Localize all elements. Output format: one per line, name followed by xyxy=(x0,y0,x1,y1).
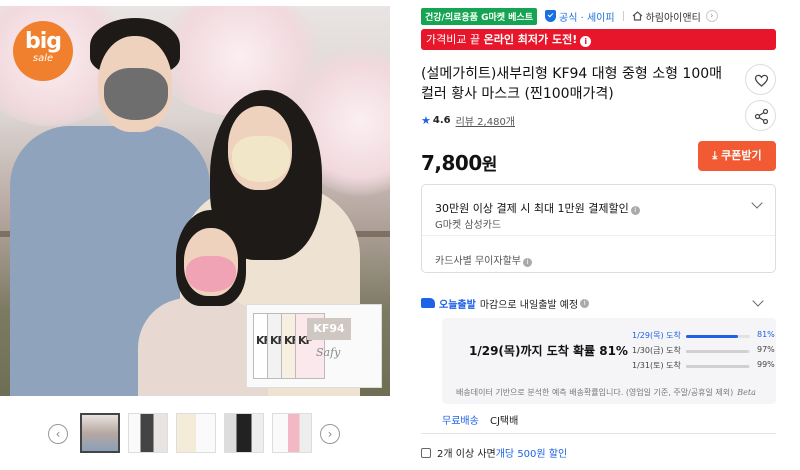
promo-highlight: 온라인 최저가 도전! xyxy=(483,33,578,46)
shield-check-icon xyxy=(545,10,557,22)
thumbnail-1[interactable] xyxy=(80,413,120,453)
lowest-price-banner[interactable]: 가격비교 끝 온라인 최저가 도전! i xyxy=(421,29,776,50)
card-discount-title-row: 30만원 이상 결제 시 최대 1만원 결제할인 i xyxy=(435,197,640,216)
thumbnail-4[interactable] xyxy=(224,413,264,453)
home-icon xyxy=(632,11,642,21)
mask-pack-image: KF KF KF KF xyxy=(246,304,382,388)
price: 7,800원 xyxy=(421,150,497,175)
card-discount-title: 30만원 이상 결제 시 최대 1만원 결제할인 xyxy=(435,202,629,215)
card-discount-panel[interactable]: 30만원 이상 결제 시 최대 1만원 결제할인 i G마켓 삼성카드 카드사별 … xyxy=(421,184,776,273)
chevron-down-icon[interactable] xyxy=(752,295,764,307)
eta-date: 1/31(토) 도착 xyxy=(632,361,681,370)
thumbnail-strip: ‹ › xyxy=(48,413,348,455)
installment-label: 카드사별 무이자할부 xyxy=(435,256,521,267)
price-value: 7,800 xyxy=(421,151,482,175)
info-icon[interactable]: i xyxy=(630,206,640,215)
thumbnail-5[interactable] xyxy=(272,413,312,453)
divider xyxy=(622,11,624,21)
official-store-badge[interactable]: 공식 · 세이피 xyxy=(545,9,615,24)
eta-row: 1/29(목) 도착 81% xyxy=(632,330,775,342)
thumbnail-prev-button[interactable]: ‹ xyxy=(48,424,68,444)
eta-bar-fill xyxy=(686,335,738,338)
eta-bar-fill xyxy=(686,350,749,353)
big-sale-badge: big sale xyxy=(13,21,73,81)
eta-bar xyxy=(686,335,750,338)
thumbnail-3[interactable] xyxy=(176,413,216,453)
eta-bar xyxy=(686,350,750,353)
wishlist-button[interactable] xyxy=(745,64,776,95)
pack-main-label: KF94 xyxy=(307,318,351,340)
chevron-down-icon[interactable] xyxy=(751,197,763,209)
price-unit: 원 xyxy=(481,155,498,175)
courier-label: CJ택배 xyxy=(490,416,519,427)
pack-brand: Safy xyxy=(316,346,341,359)
eta-pct: 99% xyxy=(757,360,775,369)
truck-icon xyxy=(421,298,435,308)
eta-pct: 81% xyxy=(757,330,775,339)
share-button[interactable] xyxy=(745,100,776,131)
star-icon: ★ xyxy=(421,114,431,127)
eta-bar xyxy=(686,365,750,368)
info-icon[interactable]: i xyxy=(580,36,592,47)
category-best-badge[interactable]: 건강/의료용품 G마켓 베스트 xyxy=(421,7,538,25)
heart-icon xyxy=(754,74,769,87)
discount-tag-icon xyxy=(421,447,431,458)
eta-note-text: 배송데이터 기반으로 분석한 예측 배송확률입니다. (영업일 기준, 주말/공… xyxy=(456,388,734,397)
badge-row: 건강/의료용품 G마켓 베스트 공식 · 세이피 하림아이앤티 › xyxy=(421,7,718,25)
info-icon[interactable]: i xyxy=(580,298,590,308)
eta-note: 배송데이터 기반으로 분석한 예측 배송확률입니다. (영업일 기준, 주말/공… xyxy=(456,387,756,398)
thumbnail-next-button[interactable]: › xyxy=(320,424,340,444)
coupon-label: 쿠폰받기 xyxy=(721,149,762,162)
store-link[interactable]: 하림아이앤티 › xyxy=(632,9,718,24)
delivery-header: 오늘출발 마감으로 내일출발 예정 i xyxy=(421,295,776,311)
installment-row: 카드사별 무이자할부 i xyxy=(435,249,532,268)
thumbnail-2[interactable] xyxy=(128,413,168,453)
eta-row: 1/31(토) 도착 99% xyxy=(632,360,775,372)
today-ship-label: 오늘출발 xyxy=(439,299,476,311)
shipping-row: 무료배송 CJ택배 xyxy=(442,412,518,427)
chevron-right-icon: › xyxy=(705,10,718,22)
card-name: G마켓 삼성카드 xyxy=(435,220,502,231)
divider xyxy=(421,433,776,434)
eta-date: 1/29(목) 도착 xyxy=(632,331,681,340)
product-title: (설메가히트)새부리형 KF94 대형 중형 소형 100매 컬러 황사 마스크… xyxy=(421,66,723,102)
promo-prefix: 가격비교 끝 xyxy=(426,33,484,46)
download-icon: ⤓ xyxy=(712,149,718,162)
share-icon xyxy=(754,108,769,125)
today-ship-text: 마감으로 내일출발 예정 xyxy=(479,299,579,311)
coupon-button[interactable]: ⤓ 쿠폰받기 xyxy=(698,141,776,171)
official-store-label: 공식 · 세이피 xyxy=(559,12,615,24)
review-link[interactable]: 리뷰 2,480개 xyxy=(456,113,515,128)
eta-headline: 1/29(목)까지 도착 확률 81% xyxy=(469,344,628,358)
eta-row: 1/30(금) 도착 97% xyxy=(632,345,775,357)
store-name: 하림아이앤티 xyxy=(645,12,701,24)
eta-pct: 97% xyxy=(757,345,775,354)
divider xyxy=(422,235,775,236)
big-sale-line1: big xyxy=(24,29,62,54)
eta-date: 1/30(금) 도착 xyxy=(632,346,681,355)
product-gallery: KF KF KF KF KF94 Safy big sale ‹ › xyxy=(0,0,400,470)
rating-row: ★ 4.6 리뷰 2,480개 xyxy=(421,113,515,128)
free-shipping-label: 무료배송 xyxy=(442,416,479,427)
rating-value: 4.6 xyxy=(432,115,451,126)
delivery-eta-box: 1/29(목)까지 도착 확률 81% 1/29(목) 도착 81% 1/30(… xyxy=(442,318,776,404)
info-icon[interactable]: i xyxy=(522,258,532,267)
product-info: 건강/의료용품 G마켓 베스트 공식 · 세이피 하림아이앤티 › 가격비교 끝… xyxy=(421,0,800,470)
eta-bar-fill xyxy=(686,365,750,368)
multi-buy-text: 2개 이상 사면 xyxy=(437,449,496,460)
multi-buy-row: 2개 이상 사면 개당 500원 할인 xyxy=(421,445,567,460)
big-sale-line2: sale xyxy=(32,53,54,64)
multi-buy-highlight[interactable]: 개당 500원 할인 xyxy=(496,445,567,460)
beta-label: Beta xyxy=(737,388,756,397)
